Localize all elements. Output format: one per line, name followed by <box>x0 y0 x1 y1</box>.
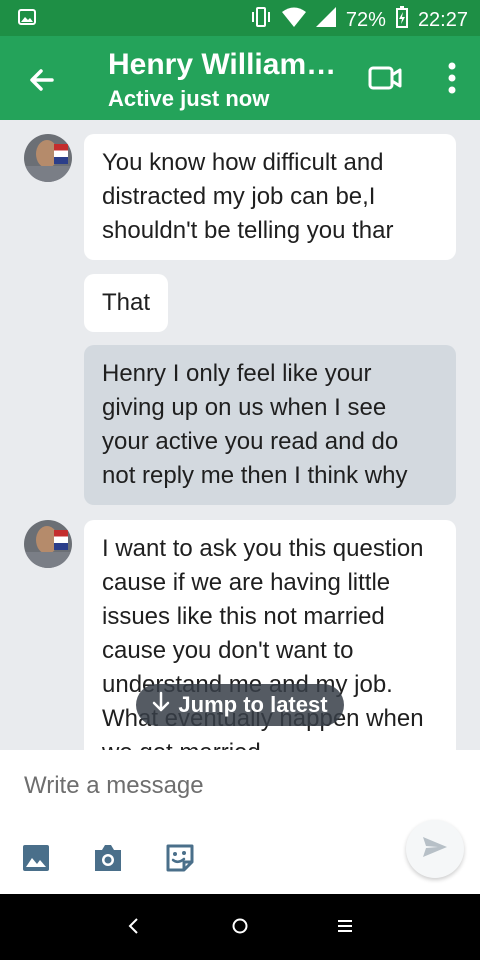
arrow-down-icon <box>152 691 170 719</box>
jump-to-latest-button[interactable]: Jump to latest <box>136 684 344 726</box>
sticker-icon[interactable] <box>164 842 196 879</box>
more-vert-icon[interactable] <box>448 62 456 94</box>
message-bubble-incoming[interactable]: You know how difficult and distracted my… <box>84 134 456 260</box>
send-button[interactable] <box>406 820 464 878</box>
camera-icon[interactable] <box>92 843 124 878</box>
presence-status: Active just now <box>108 86 270 111</box>
message-composer: Write a message <box>0 750 480 894</box>
conversation-title[interactable]: Henry Williams… <box>108 48 348 82</box>
status-time: 22:27 <box>417 8 468 31</box>
nav-home-icon[interactable] <box>230 916 250 941</box>
message-list[interactable]: You know how difficult and distracted my… <box>0 120 480 750</box>
chat-header: Henry Williams… Active just now <box>0 36 480 120</box>
avatar[interactable] <box>24 520 72 568</box>
avatar[interactable] <box>24 134 72 182</box>
video-camera-icon[interactable] <box>368 64 402 92</box>
wifi-icon <box>281 7 306 33</box>
battery-percent: 72% <box>345 8 386 31</box>
message-bubble-incoming[interactable]: That <box>84 274 169 332</box>
image-icon[interactable] <box>22 844 50 877</box>
status-bar: 72% 22:27 <box>0 0 480 36</box>
send-icon <box>422 836 448 863</box>
back-arrow-icon[interactable] <box>24 62 60 98</box>
gallery-notification-icon <box>18 9 36 30</box>
vibrate-icon <box>250 6 272 34</box>
nav-back-icon[interactable] <box>126 916 140 941</box>
message-input[interactable]: Write a message <box>24 772 204 800</box>
signal-icon <box>315 7 336 33</box>
nav-recents-icon[interactable] <box>336 916 354 941</box>
battery-icon <box>395 6 408 34</box>
jump-to-latest-label: Jump to latest <box>178 692 328 717</box>
message-bubble-outgoing[interactable]: Henry I only feel like your giving up on… <box>84 345 456 505</box>
system-nav-bar <box>0 894 480 960</box>
